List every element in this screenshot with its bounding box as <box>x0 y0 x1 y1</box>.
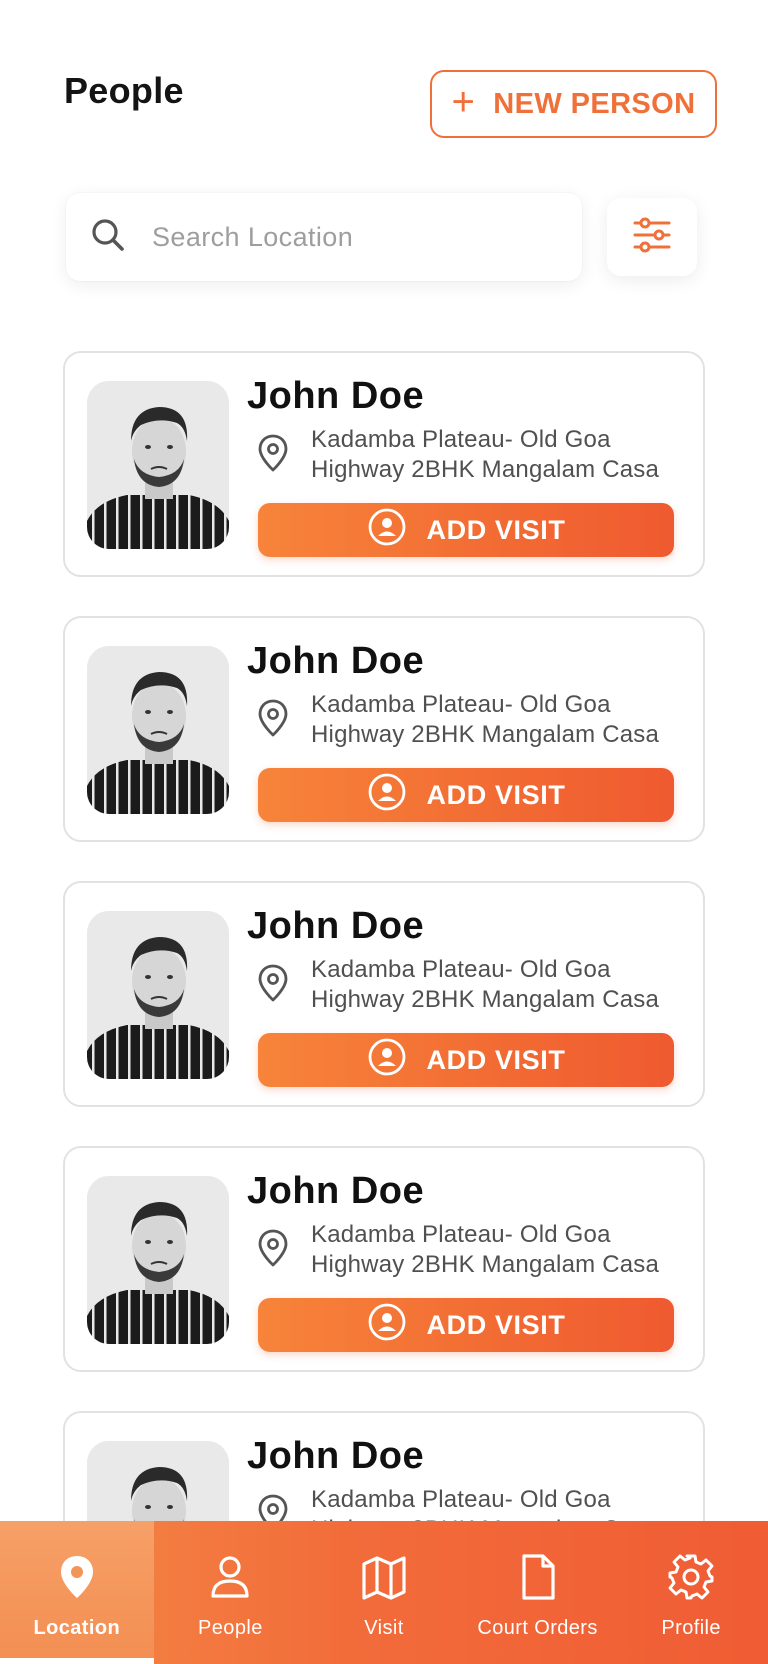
document-icon <box>513 1552 563 1617</box>
add-visit-button[interactable]: ADD VISIT <box>258 503 674 557</box>
user-circle-icon <box>367 1037 407 1084</box>
search-box[interactable] <box>66 193 582 281</box>
person-name: John Doe <box>247 375 425 417</box>
user-circle-icon <box>367 772 407 819</box>
nav-item-visit[interactable]: Visit <box>307 1521 461 1664</box>
person-address: Kadamba Plateau- Old Goa Highway 2BHK Ma… <box>311 426 660 483</box>
nav-item-people[interactable]: People <box>154 1521 308 1664</box>
nav-item-court-orders[interactable]: Court Orders <box>461 1521 615 1664</box>
plus-icon: + <box>451 80 476 124</box>
user-circle-icon <box>367 1302 407 1349</box>
sliders-icon <box>630 213 674 262</box>
add-visit-button[interactable]: ADD VISIT <box>258 1033 674 1087</box>
person-name: John Doe <box>247 1435 425 1477</box>
nav-label-location: Location <box>33 1616 121 1639</box>
location-pin-icon <box>255 963 291 1003</box>
avatar <box>87 911 229 1079</box>
add-visit-label: ADD VISIT <box>426 514 566 545</box>
add-visit-button[interactable]: ADD VISIT <box>258 768 674 822</box>
user-circle-icon <box>367 507 407 554</box>
gear-icon <box>666 1552 716 1617</box>
nav-label-profile: Profile <box>661 1616 721 1639</box>
bottom-nav: Location People Visit Court Orders Profi… <box>0 1521 768 1664</box>
page-title: People <box>64 70 184 111</box>
person-address: Kadamba Plateau- Old Goa Highway 2BHK Ma… <box>311 691 660 748</box>
avatar <box>87 381 229 549</box>
add-visit-label: ADD VISIT <box>426 779 566 810</box>
nav-item-location[interactable]: Location <box>0 1521 154 1664</box>
person-icon <box>205 1552 255 1617</box>
add-visit-label: ADD VISIT <box>426 1309 566 1340</box>
search-input[interactable] <box>152 221 552 253</box>
nav-label-people: People <box>198 1616 263 1639</box>
person-card[interactable]: John Doe Kadamba Plateau- Old Goa Highwa… <box>63 351 705 577</box>
nav-label-court-orders: Court Orders <box>477 1616 598 1639</box>
person-name: John Doe <box>247 1170 425 1212</box>
person-name: John Doe <box>247 640 425 682</box>
add-visit-label: ADD VISIT <box>426 1044 566 1075</box>
person-card[interactable]: John Doe Kadamba Plateau- Old Goa Highwa… <box>63 616 705 842</box>
location-pin-icon <box>52 1552 102 1617</box>
map-icon <box>359 1552 409 1617</box>
avatar <box>87 1176 229 1344</box>
location-pin-icon <box>255 1228 291 1268</box>
filter-button[interactable] <box>607 198 697 276</box>
add-visit-button[interactable]: ADD VISIT <box>258 1298 674 1352</box>
people-screen: People + NEW PERSON Search Location John… <box>0 0 768 1664</box>
new-person-button[interactable]: + NEW PERSON <box>430 70 717 138</box>
person-card[interactable]: John Doe Kadamba Plateau- Old Goa Highwa… <box>63 881 705 1107</box>
nav-label-visit: Visit <box>364 1616 404 1639</box>
person-address: Kadamba Plateau- Old Goa Highway 2BHK Ma… <box>311 1221 660 1278</box>
person-name: John Doe <box>247 905 425 947</box>
location-pin-icon <box>255 698 291 738</box>
search-icon <box>88 215 128 260</box>
person-address: Kadamba Plateau- Old Goa Highway 2BHK Ma… <box>311 956 660 1013</box>
nav-item-profile[interactable]: Profile <box>614 1521 768 1664</box>
location-pin-icon <box>255 433 291 473</box>
avatar <box>87 646 229 814</box>
person-card[interactable]: John Doe Kadamba Plateau- Old Goa Highwa… <box>63 1146 705 1372</box>
new-person-label: NEW PERSON <box>493 87 696 120</box>
